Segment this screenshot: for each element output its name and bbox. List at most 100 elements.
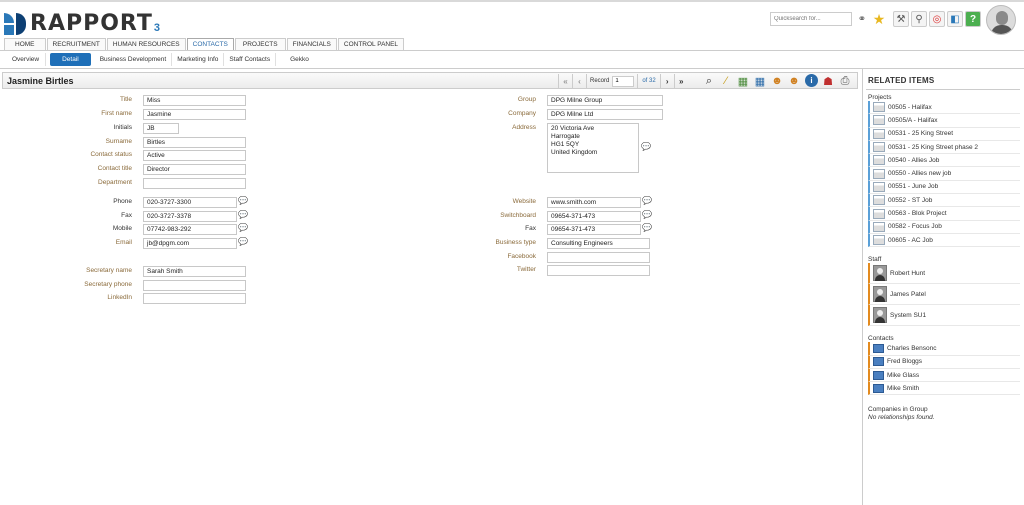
help-icon[interactable]: ? [965, 11, 981, 27]
project-item[interactable]: 00550 - Allies new job [868, 167, 1020, 181]
contact-item[interactable]: Mike Smith [868, 382, 1020, 396]
business-type-label: Business type [495, 239, 536, 246]
project-item[interactable]: 00540 - Allies Job [868, 154, 1020, 168]
subtab-business-development[interactable]: Business Development [95, 53, 173, 66]
tab-recruitment[interactable]: RECRUITMENT [46, 38, 106, 50]
search-icon[interactable]: ⌕ [701, 73, 717, 89]
contact-status-label: Contact status [90, 151, 132, 158]
last-record-button[interactable]: » [673, 74, 688, 88]
secretary-phone-field[interactable] [143, 280, 246, 291]
record-label: Record [586, 74, 612, 88]
project-item[interactable]: 00551 - June Job [868, 180, 1020, 195]
website-field[interactable]: www.smith.com [547, 197, 641, 208]
email-field[interactable]: jb@dpgm.com [143, 238, 237, 249]
quicksearch-input[interactable] [770, 12, 852, 26]
staff-item[interactable]: James Patel [868, 284, 1020, 306]
company-add-icon[interactable]: ▦ [735, 73, 751, 89]
fax2-comment-icon[interactable]: 💬 [642, 223, 652, 232]
surname-label: Surname [105, 138, 132, 145]
first-record-button[interactable]: « [558, 74, 572, 88]
project-item[interactable]: 00563 - Blok Project [868, 207, 1020, 221]
subtab-overview[interactable]: Overview [8, 53, 47, 66]
tab-projects[interactable]: PROJECTS [234, 38, 286, 50]
companies-section-title: Companies in Group [868, 406, 928, 414]
record-number-input[interactable] [612, 75, 635, 87]
secretary-phone-label: Secretary phone [84, 281, 132, 288]
project-icon [873, 142, 885, 153]
subtab-detail[interactable]: Detail [50, 53, 91, 66]
fax-field[interactable]: 020-3727-3378 [143, 211, 237, 222]
rapport-logo[interactable]: RAPPORT 3 [4, 5, 160, 35]
project-item[interactable]: 00582 - Focus Job [868, 220, 1020, 234]
project-item[interactable]: 00505/A - Halifax [868, 114, 1020, 128]
tab-human-resources[interactable]: HUMAN RESOURCES [106, 38, 186, 50]
favourite-star-icon[interactable]: ★ [871, 11, 887, 27]
switchboard-comment-icon[interactable]: 💬 [642, 210, 652, 219]
tab-contacts[interactable]: CONTACTS [186, 38, 234, 50]
subtab-staff-contacts[interactable]: Staff Contacts [224, 53, 277, 66]
facebook-label: Facebook [507, 253, 536, 260]
lifebuoy-help-icon[interactable]: ◎ [929, 11, 945, 27]
switchboard-field[interactable]: 09654-371-473 [547, 211, 641, 222]
email-comment-icon[interactable]: 💬 [238, 237, 248, 246]
staff-list: Robert Hunt James Patel System SU1 [866, 263, 1020, 327]
address-field[interactable]: 20 Victoria Ave Harrogate HG1 5QY United… [547, 123, 639, 173]
subtab-marketing-info[interactable]: Marketing Info [172, 53, 225, 66]
tab-financials[interactable]: FINANCIALS [286, 38, 337, 50]
project-item[interactable]: 00531 - 25 King Street phase 2 [868, 140, 1020, 155]
contact-remove-icon[interactable]: ☻ [786, 73, 802, 89]
staff-item[interactable]: Robert Hunt [868, 263, 1020, 285]
contact-title-field[interactable]: Director [143, 164, 246, 175]
binoculars-icon[interactable]: ⚭ [854, 11, 870, 27]
linkedin-label: LinkedIn [107, 294, 132, 301]
secretary-name-field[interactable]: Sarah Smith [143, 266, 246, 277]
contact-item[interactable]: Charles Bensonc [868, 342, 1020, 356]
project-item[interactable]: 00605 - AC Job [868, 233, 1020, 248]
tools-icon[interactable]: ⚒ [893, 11, 909, 27]
subnav-divider [0, 68, 1024, 69]
website-label: Website [512, 198, 536, 205]
mobile-comment-icon[interactable]: 💬 [238, 223, 248, 232]
wrench-icon[interactable]: ⚲ [911, 11, 927, 27]
user-avatar[interactable] [986, 5, 1016, 35]
phone-comment-icon[interactable]: 💬 [238, 196, 248, 205]
fax2-field[interactable]: 09654-371-473 [547, 224, 641, 235]
twitter-field[interactable] [547, 265, 650, 276]
website-comment-icon[interactable]: 💬 [642, 196, 652, 205]
print-icon[interactable]: ⎙ [837, 73, 853, 89]
mobile-field[interactable]: 07742-983-292 [143, 224, 237, 235]
group-contacts-icon[interactable]: ☗ [820, 73, 836, 89]
prev-record-button[interactable]: ‹ [572, 74, 586, 88]
title-field[interactable]: Miss [143, 95, 246, 106]
company-remove-icon[interactable]: ▦ [752, 73, 768, 89]
first-name-field[interactable]: Jasmine [143, 109, 246, 120]
staff-item[interactable]: System SU1 [868, 305, 1020, 327]
contact-add-icon[interactable]: ☻ [769, 73, 785, 89]
project-item[interactable]: 00531 - 25 King Street [868, 127, 1020, 141]
business-type-field[interactable]: Consulting Engineers [547, 238, 650, 249]
group-field[interactable]: DPG Milne Group [547, 95, 663, 106]
address-comment-icon[interactable]: 💬 [641, 142, 651, 151]
project-item[interactable]: 00505 - Halifax [868, 101, 1020, 115]
surname-field[interactable]: Birtles [143, 137, 246, 148]
next-record-button[interactable]: › [659, 74, 674, 88]
facebook-field[interactable] [547, 252, 650, 263]
fax-comment-icon[interactable]: 💬 [238, 210, 248, 219]
department-field[interactable] [143, 178, 246, 189]
tab-home[interactable]: HOME [4, 38, 46, 50]
contact-item[interactable]: Fred Bloggs [868, 355, 1020, 369]
phone-field[interactable]: 020-3727-3300 [143, 197, 237, 208]
contact-title-label: Contact title [97, 165, 132, 172]
project-item[interactable]: 00552 - ST Job [868, 194, 1020, 208]
linkedin-field[interactable] [143, 293, 246, 304]
tab-control-panel[interactable]: CONTROL PANEL [337, 38, 405, 50]
first-name-label: First name [101, 110, 132, 117]
contact-status-field[interactable]: Active [143, 150, 246, 161]
contact-item[interactable]: Mike Glass [868, 368, 1020, 383]
magic-wand-icon[interactable]: ⁄ [718, 73, 734, 89]
subtab-gekko[interactable]: Gekko [276, 53, 323, 66]
company-field[interactable]: DPG Milne Ltd [547, 109, 663, 120]
initials-field[interactable]: JB [143, 123, 179, 134]
info-icon[interactable]: i [805, 74, 818, 87]
rapport-icon[interactable]: ◧ [947, 11, 963, 27]
